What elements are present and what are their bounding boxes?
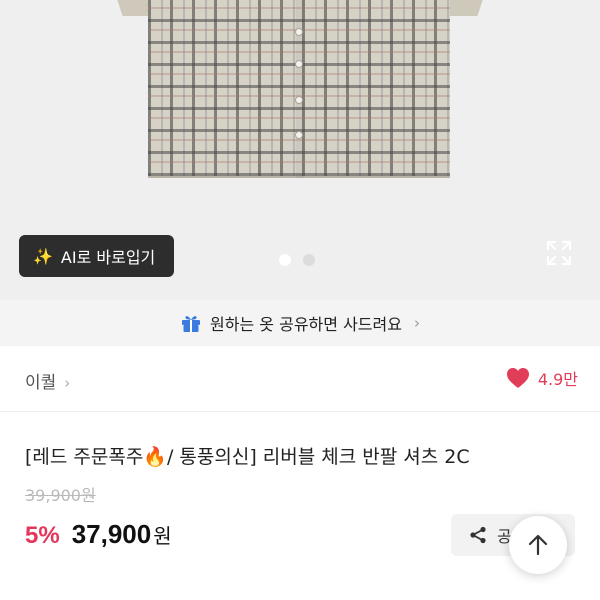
product-image-gallery[interactable]: ✨ AI로 바로입기: [0, 0, 600, 300]
slide-indicator: [279, 254, 315, 266]
shirt-button: [295, 96, 303, 104]
seller-row: 이퀄 › 4.9만: [0, 346, 600, 412]
shirt-placket: [296, 0, 304, 178]
slide-dot-active[interactable]: [279, 254, 291, 266]
product-title: [레드 주문폭주🔥/ 통풍의신] 리버블 체크 반팔 셔츠 2C: [25, 446, 470, 468]
scroll-to-top-button[interactable]: [509, 516, 567, 574]
chevron-right-icon: ›: [64, 374, 71, 392]
slide-dot[interactable]: [303, 254, 315, 266]
shirt-button: [295, 60, 303, 68]
ai-try-on-label: AI로 바로입기: [60, 248, 156, 267]
share-banner-text: 원하는 옷 공유하면 사드려요: [210, 315, 402, 334]
seller-name: 이퀄: [25, 373, 57, 393]
currency-label: 원: [153, 524, 172, 548]
heart-icon: [506, 368, 529, 388]
share-icon: [470, 526, 486, 544]
ai-try-on-button[interactable]: ✨ AI로 바로입기: [19, 235, 174, 277]
like-button[interactable]: 4.9만: [506, 366, 578, 390]
discount-rate: 5%: [25, 522, 60, 549]
sale-price: 37,900 원: [72, 519, 172, 550]
share-to-buy-banner[interactable]: 원하는 옷 공유하면 사드려요 ›: [0, 300, 600, 346]
seller-link[interactable]: 이퀄 ›: [25, 368, 70, 393]
arrow-up-icon: [528, 534, 548, 556]
magic-wand-icon: ✨: [33, 246, 53, 266]
sale-price-amount: 37,900: [71, 519, 152, 549]
like-count: 4.9만: [537, 370, 578, 389]
price-row: 5% 37,900 원: [25, 519, 172, 550]
chevron-right-icon: ›: [413, 314, 420, 332]
gift-icon: [182, 316, 201, 332]
shirt-button: [295, 28, 303, 36]
shirt-button: [295, 131, 303, 139]
original-price: 39,900원: [25, 486, 96, 505]
expand-icon[interactable]: [546, 240, 572, 266]
